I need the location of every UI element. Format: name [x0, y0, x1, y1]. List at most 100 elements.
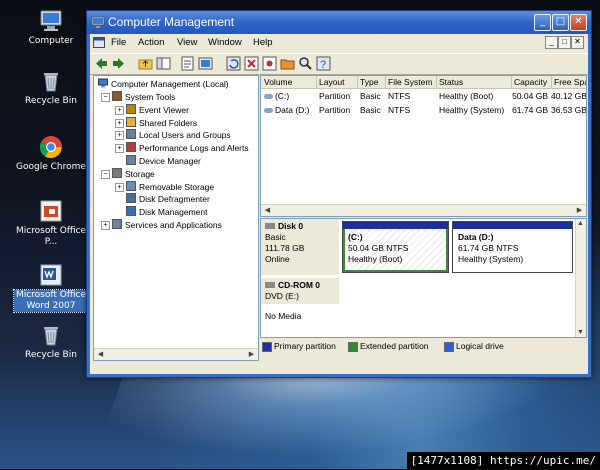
menu-help[interactable]: Help [253, 37, 273, 48]
tree-node-device-manager[interactable]: Device Manager [126, 155, 201, 167]
menu-help-label: Help [253, 37, 273, 48]
tree-node-label: Local Users and Groups [139, 130, 231, 141]
tree-node-disk-defragmenter[interactable]: Disk Defragmenter [126, 193, 210, 205]
expand-icon[interactable]: + [115, 131, 124, 141]
scroll-right-arrow-icon[interactable]: ▶ [247, 350, 256, 359]
back-button[interactable] [94, 56, 109, 71]
minimize-button[interactable]: _ [534, 14, 551, 31]
tree-node-services-and-applications[interactable]: + Services and Applications [101, 219, 222, 231]
delete-button[interactable] [244, 56, 259, 71]
column-header-type[interactable]: Type [357, 76, 386, 88]
tree-node-disk-management[interactable]: Disk Management [126, 206, 208, 218]
menu-view[interactable]: View [177, 37, 197, 48]
scroll-up-arrow-icon[interactable]: ▲ [577, 220, 584, 227]
expand-icon[interactable]: + [115, 118, 124, 128]
settings-button[interactable] [262, 56, 277, 71]
partition-d[interactable]: Data (D:) 61.74 GB NTFS Healthy (System) [452, 221, 573, 273]
tree-node-label: Event Viewer [139, 104, 189, 115]
properties-icon [181, 56, 194, 71]
volume-name: Data (D:) [275, 105, 310, 115]
collapse-icon[interactable]: − [101, 169, 110, 179]
volume-type: Basic [360, 105, 381, 115]
tree-node-shared-folders[interactable]: + Shared Folders [115, 116, 197, 129]
mmc-document-icon[interactable] [93, 37, 105, 48]
legend-label: Logical drive [456, 341, 504, 351]
partition-c[interactable]: (C:) 50.04 GB NTFS Healthy (Boot) [342, 221, 449, 273]
close-button[interactable]: ✕ [570, 14, 587, 31]
tree-node-label: Disk Management [139, 207, 208, 218]
expand-icon[interactable]: + [115, 105, 124, 115]
expand-icon[interactable]: + [101, 221, 110, 230]
tree-node-event-viewer[interactable]: + Event Viewer [115, 103, 189, 116]
scroll-down-arrow-icon[interactable]: ▼ [577, 329, 584, 336]
tree-node-performance-logs-and-alerts[interactable]: + Performance Logs and Alerts [115, 142, 249, 154]
desktop-icon-word[interactable]: Microsoft Office Word 2007 [13, 262, 89, 313]
tree-node-storage[interactable]: − Storage [101, 167, 155, 180]
chrome-icon [39, 136, 62, 158]
recycle-bin-icon [44, 327, 58, 346]
disk-0-label[interactable]: Disk 0 Basic 111.78 GB Online [261, 219, 339, 275]
column-header-file-system[interactable]: File System [385, 76, 437, 88]
desktop-icon-powerpoint[interactable]: Microsoft Office P... [14, 198, 88, 248]
expand-icon[interactable]: + [115, 182, 124, 192]
desktop-icon-label: Microsoft Office P... [15, 226, 87, 247]
tree-node-root[interactable]: Computer Management (Local) [98, 78, 229, 90]
desktop-icon-label: Recycle Bin [25, 96, 77, 106]
column-header-volume[interactable]: Volume [261, 76, 317, 88]
up-one-level-button[interactable] [138, 56, 153, 71]
menu-file[interactable]: File [111, 37, 126, 48]
volume-row[interactable]: (C:) Partition Basic NTFS Healthy (Boot)… [261, 90, 586, 103]
volume-row[interactable]: Data (D:) Partition Basic NTFS Healthy (… [261, 104, 586, 117]
show-hide-tree-button[interactable] [156, 56, 171, 71]
disk-view-vertical-scrollbar[interactable]: ▲ ▼ [575, 219, 586, 337]
scroll-left-arrow-icon[interactable]: ◀ [263, 206, 272, 215]
desktop-icon-recycle-bin[interactable]: Recycle Bin [14, 68, 88, 107]
volume-list-horizontal-scrollbar[interactable]: ◀ ▶ [261, 204, 586, 216]
cdrom-icon [265, 282, 275, 288]
legend-swatch-primary [262, 342, 272, 352]
forward-icon [113, 58, 124, 69]
properties-button[interactable] [180, 56, 195, 71]
tree-node-removable-storage[interactable]: + Removable Storage [115, 180, 214, 193]
refresh-button[interactable] [226, 56, 241, 71]
up-folder-icon [138, 59, 153, 70]
menu-action[interactable]: Action [138, 37, 164, 48]
scroll-right-arrow-icon[interactable]: ▶ [575, 206, 584, 215]
help-question-button[interactable]: ? [316, 56, 331, 71]
mdi-close-button[interactable]: ✕ [571, 36, 584, 49]
desktop-icon-computer[interactable]: Computer [14, 8, 88, 47]
tree-node-label: Computer Management (Local) [111, 79, 229, 89]
tree-horizontal-scrollbar[interactable]: ◀ ▶ [94, 348, 258, 360]
volume-file-system: NTFS [388, 105, 411, 115]
forward-button[interactable] [111, 56, 126, 71]
help-button[interactable] [198, 56, 213, 71]
tree-node-local-users-and-groups[interactable]: + Local Users and Groups [115, 129, 231, 141]
scroll-left-arrow-icon[interactable]: ◀ [96, 350, 105, 359]
legend-swatch-logical [444, 342, 454, 352]
column-header-free-space[interactable]: Free Spa [551, 76, 586, 88]
column-header-capacity[interactable]: Capacity [511, 76, 552, 88]
storage-icon [112, 167, 122, 178]
cdrom-0-label[interactable]: CD-ROM 0 DVD (E:) [261, 278, 339, 304]
column-header-status[interactable]: Status [436, 76, 512, 88]
volume-layout: Partition [319, 91, 351, 101]
event-viewer-icon [126, 103, 136, 114]
mdi-restore-button[interactable]: □ [558, 36, 571, 49]
column-header-layout[interactable]: Layout [316, 76, 358, 88]
desktop-icon-chrome[interactable]: Google Chrome [14, 134, 88, 173]
volume-list-header: Volume Layout Type File System Status Ca… [261, 76, 586, 89]
folder-open-button[interactable] [280, 56, 295, 71]
mdi-minimize-button[interactable]: _ [545, 36, 558, 49]
search-button[interactable] [298, 56, 313, 71]
menu-window[interactable]: Window [208, 37, 242, 48]
disk-type: Basic [265, 232, 286, 242]
title-bar[interactable]: Computer Management _ □ ✕ [87, 11, 591, 34]
desktop-icon-recycle-bin[interactable]: Recycle Bin [14, 322, 88, 361]
volume-status: Healthy (System) [439, 105, 505, 115]
expand-icon[interactable]: + [115, 144, 124, 154]
tree-node-system-tools[interactable]: − System Tools [101, 91, 175, 103]
tree-node-label: Storage [125, 168, 155, 179]
maximize-button[interactable]: □ [552, 14, 569, 31]
disk-state: Online [265, 254, 290, 264]
collapse-icon[interactable]: − [101, 93, 110, 102]
